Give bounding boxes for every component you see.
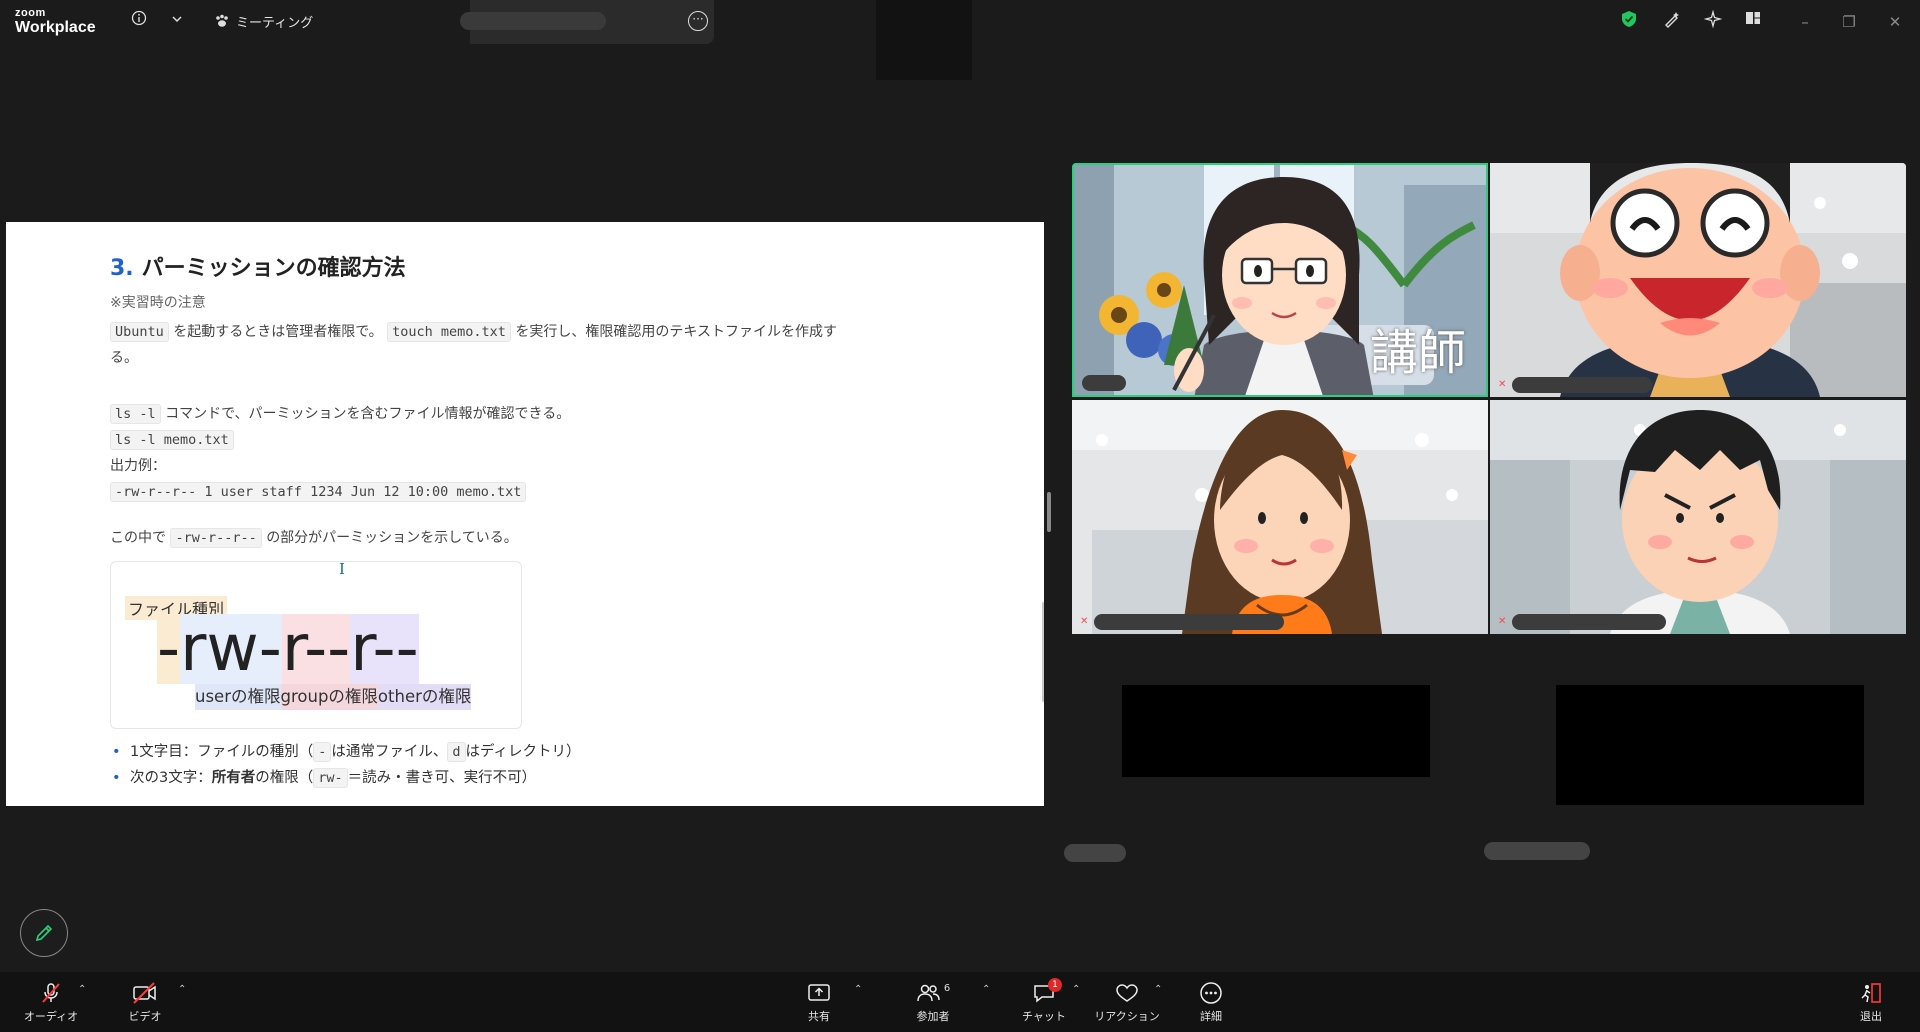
chat-unread-badge: 1 (1048, 978, 1062, 992)
permission-labels: userの権限 groupの権限 otherの権限 (195, 684, 472, 710)
share-screen-icon (808, 984, 830, 1001)
participant-name-redacted (1512, 614, 1666, 630)
view-layout-icon[interactable] (1742, 10, 1764, 32)
redacted-area (1484, 842, 1590, 860)
chat-button[interactable]: チャット (1009, 980, 1079, 1026)
maximize-icon[interactable]: ❐ (1838, 11, 1860, 33)
close-icon[interactable]: ✕ (1884, 11, 1906, 33)
note-text: ※実習時の注意 (110, 295, 206, 311)
video-options-chevron-icon[interactable]: ⌃ (178, 984, 186, 995)
share-options-chevron-icon[interactable]: ⌃ (854, 984, 862, 995)
participants-options-chevron-icon[interactable]: ⌃ (982, 984, 990, 995)
leave-button[interactable]: 退出 (1836, 980, 1906, 1026)
mic-muted-icon: ✕ (1080, 616, 1089, 627)
participant-name-redacted (1082, 375, 1126, 391)
mic-muted-icon: ✕ (1498, 379, 1507, 390)
participants-button[interactable]: 6 参加者 (898, 980, 968, 1026)
permission-bullets: 1文字目：ファイルの種別（-は通常ファイル、dはディレクトリ） 次の3文字：所有… (110, 739, 930, 791)
meeting-menu[interactable]: ミーティング (214, 8, 313, 34)
reaction-button[interactable]: リアクション (1092, 980, 1162, 1026)
participant-caption: 講師 (1369, 325, 1466, 381)
annotate-icon[interactable] (1661, 10, 1683, 32)
audio-button[interactable]: オーディオ (16, 980, 86, 1026)
ai-companion-icon[interactable] (1702, 9, 1724, 32)
participant-video-tile[interactable]: 講師 (1072, 163, 1488, 397)
participants-icon (917, 984, 940, 1002)
participant-video-tile[interactable]: ✕ (1490, 163, 1906, 397)
redacted-area (1064, 844, 1126, 862)
mic-muted-icon: ✕ (1498, 616, 1507, 627)
info-icon[interactable] (128, 10, 150, 32)
shared-screen-document: 3. パーミッションの確認方法 ※実習時の注意 Ubuntu を起動するときは管理… (6, 222, 1044, 806)
meeting-label: ミーティング (236, 15, 314, 31)
redacted-area (1556, 685, 1864, 805)
audio-options-chevron-icon[interactable]: ⌃ (78, 984, 86, 995)
split-view-handle[interactable] (1047, 492, 1051, 532)
document-scrollbar[interactable] (1042, 602, 1044, 702)
participant-video-tile[interactable]: ✕ (1490, 400, 1906, 634)
output-label: 出力例： (110, 458, 166, 474)
reaction-options-chevron-icon[interactable]: ⌃ (1154, 984, 1162, 995)
video-off-icon (133, 982, 156, 1004)
permission-diagram: ファイル種別 - rw- r-- r-- userの権限 groupの権限 ot… (110, 561, 522, 729)
paragraph-3: この中で -rw-r--r-- の部分がパーミッションを示している。 (110, 528, 518, 548)
title-bar: zoom Workplace ミーティング ··· – ❐ ✕ (0, 0, 1920, 80)
annotate-pen-button[interactable] (20, 909, 68, 957)
redacted-area (1122, 685, 1430, 777)
mic-muted-icon (42, 983, 60, 1003)
command-example: ls -l memo.txt (110, 427, 930, 453)
heart-icon (1116, 984, 1138, 1002)
security-shield-icon[interactable] (1618, 10, 1640, 32)
list-item: 次の3文字：所有者の権限（rw-＝読み・書き可、実行不可） (112, 765, 930, 791)
participant-name-redacted (1094, 614, 1284, 630)
share-button[interactable]: 共有 (784, 980, 854, 1026)
paragraph-1: Ubuntu を起動するときは管理者権限で。 touch memo.txt を実… (110, 322, 837, 366)
section-heading: 3. パーミッションの確認方法 (110, 256, 406, 281)
redacted-area (876, 0, 972, 80)
chevron-down-icon[interactable] (166, 10, 188, 32)
app-logo: zoom Workplace (15, 7, 96, 36)
participant-video-tile[interactable]: ✕ (1072, 400, 1488, 634)
list-item: 1文字目：ファイルの種別（-は通常ファイル、dはディレクトリ） (112, 739, 930, 765)
more-dots-icon (1200, 982, 1222, 1004)
output-example: -rw-r--r-- 1 user staff 1234 Jun 12 10:0… (110, 479, 930, 505)
participant-name-redacted (1512, 377, 1652, 393)
chat-options-chevron-icon[interactable]: ⌃ (1072, 984, 1080, 995)
leave-door-icon (1861, 983, 1881, 1003)
minimize-icon[interactable]: – (1794, 11, 1816, 33)
meeting-toolbar: オーディオ ⌃ ビデオ ⌃ 共有 ⌃ 6 参加者 ⌃ チャット 1 ⌃ リアクシ… (0, 972, 1920, 1032)
more-button[interactable]: 詳細 (1176, 980, 1246, 1026)
video-button[interactable]: ビデオ (110, 980, 180, 1026)
pencil-icon (35, 924, 53, 942)
participants-count: 6 (943, 982, 951, 994)
paragraph-2: ls -l コマンドで、パーミッションを含むファイル情報が確認できる。 (110, 401, 930, 427)
redacted-title (460, 12, 606, 30)
more-options-icon[interactable]: ··· (688, 11, 708, 31)
paw-icon (216, 14, 228, 27)
permission-string: - rw- r-- r-- (157, 612, 419, 686)
text-cursor: I (339, 560, 345, 578)
